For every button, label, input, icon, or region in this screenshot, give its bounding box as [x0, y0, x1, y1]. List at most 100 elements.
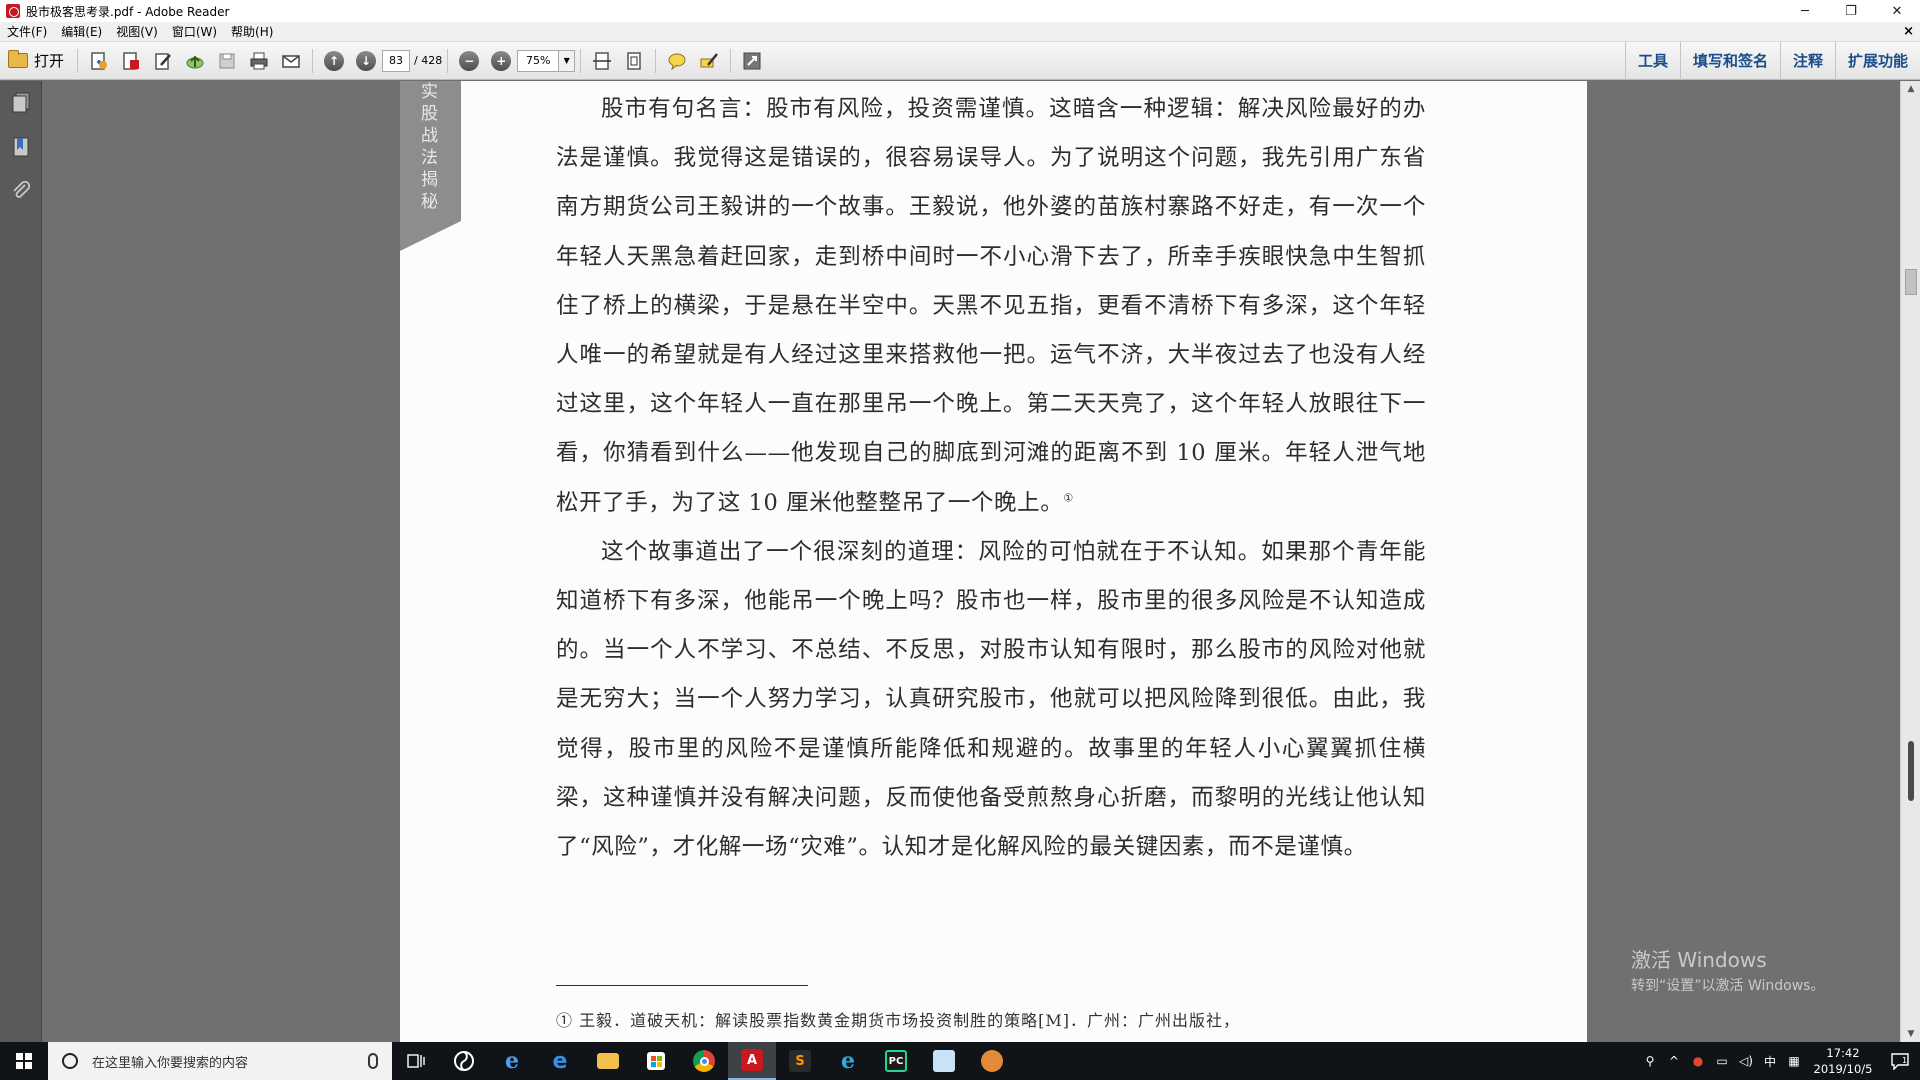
export-pdf-button[interactable] [117, 47, 145, 75]
page-body-text: 股市有句名言：股市有风险，投资需谨慎。这暗含一种逻辑：解决风险最好的办法是谨慎。… [556, 85, 1426, 872]
keyboard-icon[interactable]: ▦ [1782, 1042, 1806, 1080]
previous-page-button[interactable]: ↑ [320, 47, 348, 75]
restore-button[interactable]: ❐ [1828, 0, 1874, 22]
print-button[interactable] [245, 47, 273, 75]
taskbar-search[interactable]: 在这里输入你要搜索的内容 [48, 1042, 392, 1080]
fit-width-button[interactable] [588, 47, 616, 75]
action-center-button[interactable]: 1 [1880, 1042, 1920, 1080]
save-button[interactable] [213, 47, 241, 75]
taskbar-app-store[interactable] [632, 1042, 680, 1080]
comment-button[interactable] [663, 47, 691, 75]
menu-view[interactable]: 视图(V) [109, 22, 165, 42]
notes-icon [933, 1050, 955, 1072]
close-document-button[interactable]: × [1903, 22, 1914, 42]
taskbar-app-swirl[interactable] [440, 1042, 488, 1080]
footnote-reference[interactable]: ① [1063, 491, 1073, 504]
window-title: 股市极客思考录.pdf - Adobe Reader [26, 4, 230, 19]
activation-watermark: 激活 Windows 转到“设置”以激活 Windows。 [1631, 944, 1824, 995]
people-icon[interactable]: ⚲ [1638, 1042, 1662, 1080]
activation-hint: 转到“设置”以激活 Windows。 [1631, 978, 1825, 994]
task-panes: 工具 填写和签名 注释 扩展功能 [1624, 42, 1920, 80]
clock[interactable]: 17:42 2019/10/5 [1806, 1045, 1880, 1077]
game-icon [981, 1050, 1003, 1072]
menu-window[interactable]: 窗口(W) [165, 22, 224, 42]
attachments-icon[interactable] [10, 179, 32, 203]
task-view-button[interactable] [392, 1042, 440, 1080]
tray-app-icon[interactable]: ● [1686, 1042, 1710, 1080]
folder-icon [597, 1053, 619, 1069]
activation-title: 激活 Windows [1631, 948, 1767, 972]
extend-pane-button[interactable]: 扩展功能 [1834, 42, 1920, 80]
page-number-input[interactable]: 83 [382, 49, 411, 72]
taskbar-app-sublime[interactable]: S [776, 1042, 824, 1080]
document-area[interactable]: 实股战法揭秘 股市有句名言：股市有风险，投资需谨慎。这暗含一种逻辑：解决风险最好… [42, 81, 1900, 1042]
taskbar-app-game[interactable] [968, 1042, 1016, 1080]
start-button[interactable] [0, 1042, 48, 1080]
chapter-side-tab: 实股战法揭秘 [400, 81, 461, 251]
menu-edit[interactable]: 编辑(E) [54, 22, 109, 42]
create-pdf-button[interactable] [85, 47, 113, 75]
edit-pdf-button[interactable] [149, 47, 177, 75]
taskbar-app-adobe-reader[interactable]: A [728, 1042, 776, 1080]
folder-open-icon [8, 50, 28, 68]
paragraph: 这个故事道出了一个很深刻的道理：风险的可怕就在于不认知。如果那个青年能知道桥下有… [556, 538, 1426, 861]
page-thumbnails-icon[interactable] [10, 91, 32, 115]
fill-sign-pane-button[interactable]: 填写和签名 [1679, 42, 1780, 80]
footnote-divider [556, 985, 808, 986]
comment-pane-button[interactable]: 注释 [1779, 42, 1835, 80]
tools-pane-button[interactable]: 工具 [1624, 42, 1680, 80]
windows-logo-icon [16, 1053, 32, 1069]
vertical-scrollbar[interactable]: ▲ ▼ [1900, 81, 1920, 1042]
printer-icon [250, 52, 268, 69]
open-button-label: 打开 [34, 52, 65, 70]
minimize-button[interactable]: ─ [1782, 0, 1828, 22]
open-button[interactable]: 打开 [2, 47, 70, 75]
taskbar-app-ie[interactable]: e [824, 1042, 872, 1080]
chevron-up-icon[interactable]: ^ [1662, 1042, 1686, 1080]
create-pdf-icon [91, 51, 108, 70]
close-button[interactable]: ✕ [1874, 0, 1920, 22]
zoom-out-button[interactable]: − [455, 47, 483, 75]
email-button[interactable] [277, 47, 305, 75]
fit-page-button[interactable] [620, 47, 648, 75]
ime-indicator[interactable]: 中 [1758, 1042, 1782, 1080]
zoom-in-button[interactable]: + [487, 47, 515, 75]
taskbar-app-explorer[interactable] [584, 1042, 632, 1080]
microphone-icon[interactable] [368, 1053, 378, 1069]
toolbar-separator [312, 48, 314, 73]
fit-page-icon [627, 51, 641, 70]
notification-count: 1 [1902, 1056, 1907, 1065]
footnote: ① 王毅．道破天机：解读股票指数黄金期货市场投资制胜的策略[M]．广州：广州出版… [556, 1011, 1240, 1030]
next-page-button[interactable]: ↓ [352, 47, 380, 75]
taskbar-app-pycharm[interactable]: PC [872, 1042, 920, 1080]
pycharm-icon: PC [885, 1050, 907, 1072]
plus-icon: + [491, 50, 512, 71]
taskbar-app-ie-legacy[interactable]: e [488, 1042, 536, 1080]
scroll-down-icon[interactable]: ▼ [1901, 1026, 1920, 1042]
internet-explorer-icon: e [505, 1048, 519, 1074]
toolbar-separator [77, 48, 79, 73]
chevron-down-icon[interactable]: ▼ [558, 50, 575, 71]
search-placeholder[interactable]: 在这里输入你要搜索的内容 [92, 1052, 368, 1071]
store-icon [647, 1052, 665, 1070]
full-screen-button[interactable] [738, 47, 766, 75]
menu-help[interactable]: 帮助(H) [224, 22, 280, 42]
highlight-button[interactable] [695, 47, 723, 75]
volume-icon[interactable]: ◁) [1734, 1042, 1758, 1080]
clock-date: 2019/10/5 [1813, 1062, 1873, 1076]
taskbar-app-edge[interactable]: e [536, 1042, 584, 1080]
taskbar-app-notes[interactable] [920, 1042, 968, 1080]
highlighter-icon [700, 52, 719, 67]
menu-file[interactable]: 文件(F) [0, 22, 54, 42]
zoom-value[interactable]: 75% [518, 51, 558, 71]
sublime-icon: S [789, 1050, 811, 1072]
network-icon[interactable]: ▭ [1710, 1042, 1734, 1080]
bookmarks-icon[interactable] [10, 135, 32, 159]
save-icon [219, 53, 235, 68]
scroll-up-icon[interactable]: ▲ [1901, 81, 1920, 97]
scroll-thumb[interactable] [1905, 269, 1917, 295]
upload-button[interactable] [181, 47, 209, 75]
taskbar-app-chrome[interactable] [680, 1042, 728, 1080]
zoom-select[interactable]: 75% ▼ [517, 49, 576, 72]
navigation-pane [0, 81, 42, 1042]
